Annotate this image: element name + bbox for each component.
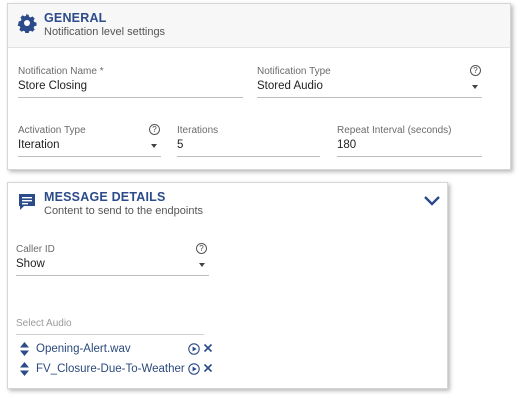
chevron-down-icon[interactable]	[423, 194, 441, 208]
help-icon[interactable]: ?	[470, 65, 481, 76]
field-underline	[16, 334, 204, 335]
general-subtitle: Notification level settings	[44, 26, 166, 38]
iterations-label: Iterations	[177, 125, 219, 136]
field-underline	[257, 97, 482, 98]
field-underline	[177, 156, 320, 157]
sort-handle-icon[interactable]	[20, 362, 29, 376]
notification-name-label: Notification Name *	[18, 66, 104, 77]
caller-id-label: Caller ID	[16, 244, 55, 255]
audio-file-name: Opening-Alert.wav	[36, 343, 131, 355]
audio-file-name: FV_Closure-Due-To-Weather	[36, 363, 185, 375]
message-icon	[19, 194, 35, 210]
repeat-interval-label: Repeat Interval (seconds)	[337, 125, 452, 136]
repeat-interval-input[interactable]: Repeat Interval (seconds) 180	[337, 125, 482, 159]
notification-name-value: Store Closing	[18, 80, 88, 92]
help-icon[interactable]: ?	[149, 124, 160, 135]
message-header: MESSAGE DETAILS Content to send to the e…	[8, 183, 447, 227]
audio-list-item[interactable]: Opening-Alert.wav	[20, 341, 213, 359]
activation-type-label: Activation Type	[18, 125, 86, 136]
audio-list-item[interactable]: FV_Closure-Due-To-Weather	[20, 361, 213, 379]
close-icon[interactable]	[203, 363, 213, 373]
select-audio-placeholder: Select Audio	[16, 318, 72, 329]
message-title: MESSAGE DETAILS	[44, 190, 166, 204]
gear-icon	[17, 13, 37, 33]
general-panel: GENERAL Notification level settings Noti…	[7, 3, 511, 170]
field-underline	[16, 275, 209, 276]
field-underline	[18, 97, 243, 98]
notification-type-select[interactable]: Notification Type ? Stored Audio	[257, 65, 482, 100]
general-title: GENERAL	[44, 11, 107, 25]
iterations-input[interactable]: Iterations 5	[177, 125, 320, 159]
chevron-down-icon[interactable]	[199, 263, 205, 267]
notification-type-label: Notification Type	[257, 66, 331, 77]
sort-handle-icon[interactable]	[20, 342, 29, 356]
activation-type-select[interactable]: Activation Type ? Iteration	[18, 124, 161, 159]
play-icon[interactable]	[188, 363, 200, 375]
close-icon[interactable]	[203, 343, 213, 353]
field-underline	[18, 156, 161, 157]
notification-name-field[interactable]: Notification Name * Store Closing	[18, 66, 243, 100]
iterations-value: 5	[177, 139, 184, 151]
repeat-interval-value: 180	[337, 139, 357, 151]
caller-id-select[interactable]: Caller ID ? Show	[16, 243, 209, 278]
play-icon[interactable]	[188, 343, 200, 355]
chevron-down-icon[interactable]	[151, 144, 157, 148]
help-icon[interactable]: ?	[196, 243, 207, 254]
general-header: GENERAL Notification level settings	[8, 4, 510, 48]
message-details-panel: MESSAGE DETAILS Content to send to the e…	[7, 182, 448, 389]
activation-type-value: Iteration	[18, 139, 60, 151]
chevron-down-icon[interactable]	[472, 85, 478, 89]
message-subtitle: Content to send to the endpoints	[44, 205, 204, 217]
caller-id-value: Show	[16, 258, 45, 270]
field-underline	[337, 156, 482, 157]
notification-type-value: Stored Audio	[257, 80, 323, 92]
